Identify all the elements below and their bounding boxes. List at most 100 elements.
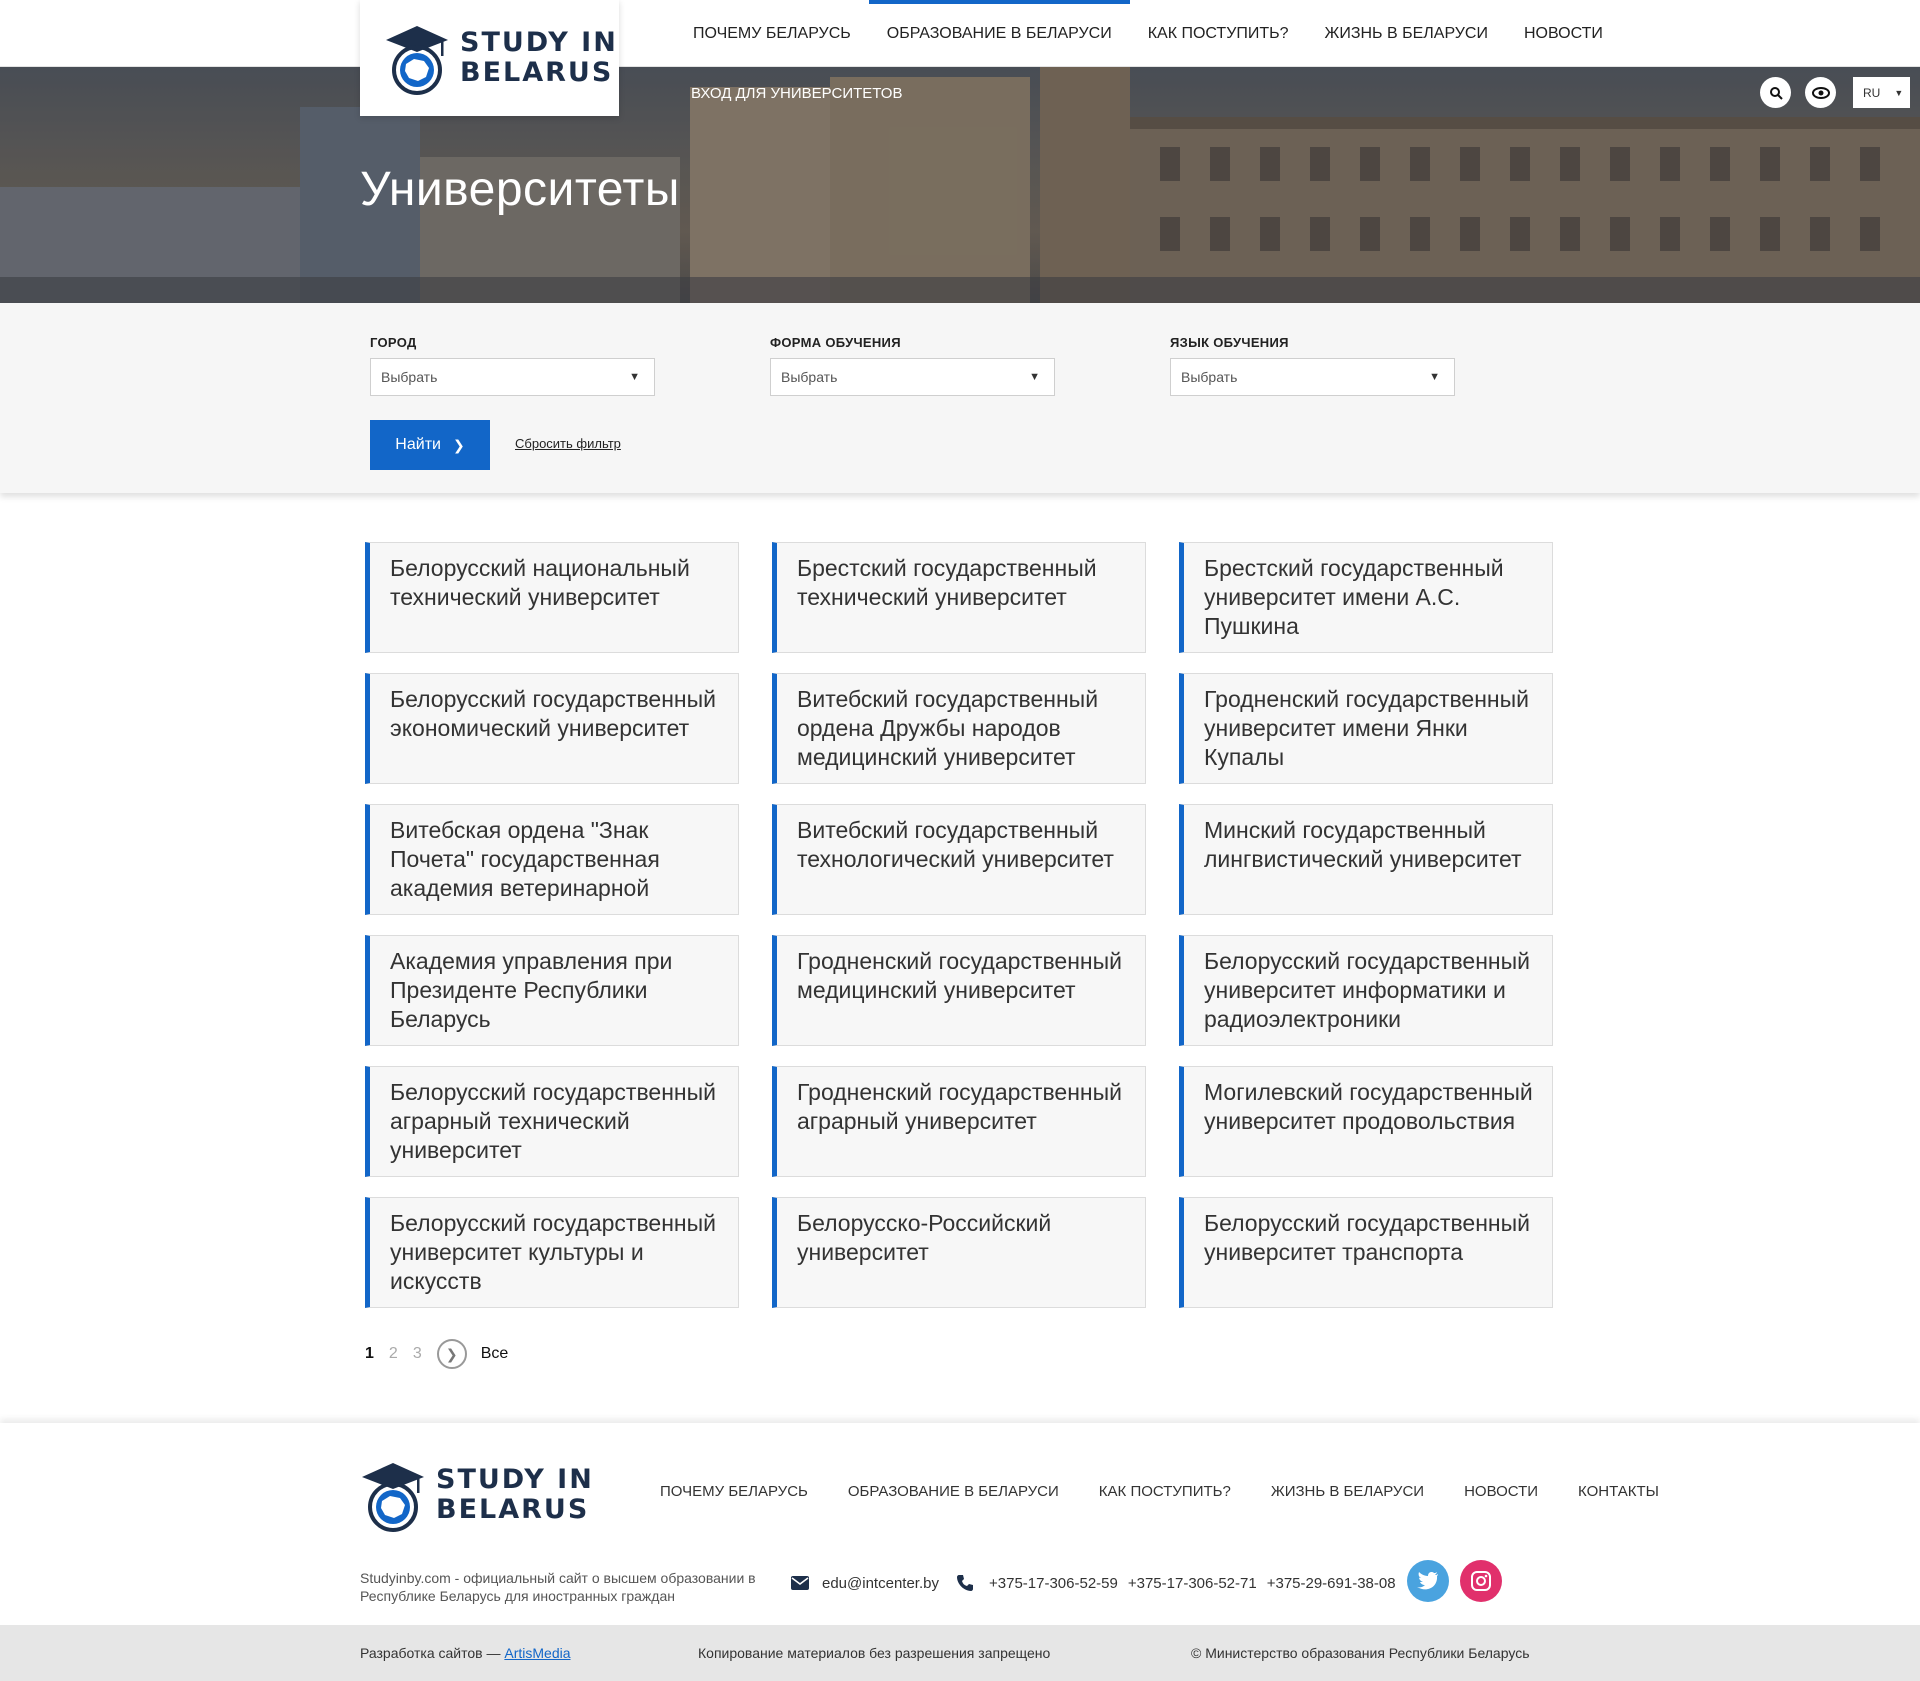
study-language-filter-label: Язык обучения xyxy=(1170,335,1289,350)
search-button[interactable] xyxy=(1760,77,1791,108)
pagination: 1 2 3 ❯ Все xyxy=(365,1339,508,1369)
show-all-link[interactable]: Все xyxy=(481,1345,509,1363)
university-card[interactable]: Белорусский государственный экономически… xyxy=(365,673,739,784)
city-select[interactable]: Выбрать ▼ xyxy=(370,358,655,396)
developer-link[interactable]: ArtisMedia xyxy=(504,1645,570,1661)
site-logo[interactable]: STUDY IN BELARUS xyxy=(360,0,619,116)
university-card[interactable]: Брестский государственный университет им… xyxy=(1179,542,1553,653)
study-form-filter: Форма обучения Выбрать ▼ xyxy=(770,335,1055,396)
university-card[interactable]: Белорусский национальный технический уни… xyxy=(365,542,739,653)
study-form-select-value: Выбрать xyxy=(781,369,838,385)
logo-line-2: BELARUS xyxy=(460,57,614,88)
university-card[interactable]: Брестский государственный технический ун… xyxy=(772,542,1146,653)
twitter-link[interactable] xyxy=(1407,1560,1449,1602)
caret-down-icon: ▼ xyxy=(1894,87,1904,98)
study-language-filter: Язык обучения Выбрать ▼ xyxy=(1170,335,1455,396)
logo-text: STUDY IN BELARUS xyxy=(460,28,618,88)
nav-how-to-apply[interactable]: Как поступить? xyxy=(1130,0,1307,67)
copy-notice: Копирование материалов без разрешения за… xyxy=(698,1645,1051,1661)
footer-bottom-bar: Разработка сайтов — ArtisMedia Копирован… xyxy=(0,1625,1920,1681)
phone-number-1[interactable]: +375-17-306-52-59 xyxy=(989,1575,1118,1592)
dropdown-arrow-icon: ▼ xyxy=(1029,371,1040,383)
university-card[interactable]: Гродненский государственный аграрный уни… xyxy=(772,1066,1146,1177)
phone-icon xyxy=(957,1575,973,1591)
footer-phones: +375-17-306-52-59 +375-17-306-52-71 +375… xyxy=(955,1573,1396,1593)
footer-nav-news[interactable]: Новости xyxy=(1464,1483,1538,1500)
find-button[interactable]: Найти ❯ xyxy=(370,420,490,470)
search-icon xyxy=(1769,86,1783,100)
page-2[interactable]: 2 xyxy=(389,1345,398,1363)
footer-nav-life-in-belarus[interactable]: Жизнь в Беларуси xyxy=(1271,1483,1424,1500)
city-filter-label: Город xyxy=(370,335,417,350)
accessibility-button[interactable] xyxy=(1805,77,1836,108)
email-address: edu@intcenter.by xyxy=(822,1574,939,1592)
developer-credit-text: Разработка сайтов — xyxy=(360,1645,505,1661)
nav-life-in-belarus[interactable]: Жизнь в Беларуси xyxy=(1307,0,1506,67)
instagram-icon xyxy=(1471,1571,1491,1591)
university-card[interactable]: Белорусско-Российский университет xyxy=(772,1197,1146,1308)
city-select-value: Выбрать xyxy=(381,369,438,385)
hero-banner: Вход для университетов Университеты RU ▼ xyxy=(0,67,1920,303)
university-card[interactable]: Минский государственный лингвистический … xyxy=(1179,804,1553,915)
logo-text: STUDY IN BELARUS xyxy=(436,1465,594,1525)
university-card[interactable]: Могилевский государственный университет … xyxy=(1179,1066,1553,1177)
university-card[interactable]: Гродненский государственный университет … xyxy=(1179,673,1553,784)
graduation-cap-map-icon xyxy=(362,1463,424,1532)
email-icon xyxy=(791,1576,809,1590)
nav-why-belarus[interactable]: Почему Беларусь xyxy=(675,0,869,67)
study-form-filter-label: Форма обучения xyxy=(770,335,901,350)
study-language-select[interactable]: Выбрать ▼ xyxy=(1170,358,1455,396)
footer-nav-why-belarus[interactable]: Почему Беларусь xyxy=(660,1483,808,1500)
developer-credit: Разработка сайтов — ArtisMedia xyxy=(360,1645,571,1661)
footer-email[interactable]: edu@intcenter.by xyxy=(790,1573,939,1593)
logo-line-1: STUDY IN xyxy=(436,1464,594,1495)
logo-line-2: BELARUS xyxy=(436,1494,590,1525)
page-title: Университеты xyxy=(360,163,680,216)
university-list: Белорусский национальный технический уни… xyxy=(365,542,1555,1308)
university-card[interactable]: Академия управления при Президенте Респу… xyxy=(365,935,739,1046)
phone-number-3[interactable]: +375-29-691-38-08 xyxy=(1267,1575,1396,1592)
graduation-cap-map-icon xyxy=(386,26,448,95)
find-button-label: Найти xyxy=(395,436,441,453)
language-value: RU xyxy=(1863,85,1881,100)
page-1[interactable]: 1 xyxy=(365,1345,374,1363)
university-login-link[interactable]: Вход для университетов xyxy=(691,85,902,102)
instagram-link[interactable] xyxy=(1460,1560,1502,1602)
university-card[interactable]: Витебский государственный ордена Дружбы … xyxy=(772,673,1146,784)
main-nav: Почему Беларусь Образование в Беларуси К… xyxy=(675,0,1621,67)
university-card[interactable]: Белорусский государственный аграрный тех… xyxy=(365,1066,739,1177)
footer-nav-education[interactable]: Образование в Беларуси xyxy=(848,1483,1059,1500)
dropdown-arrow-icon: ▼ xyxy=(629,371,640,383)
language-selector[interactable]: RU ▼ xyxy=(1853,77,1910,108)
study-form-select[interactable]: Выбрать ▼ xyxy=(770,358,1055,396)
copyright: © Министерство образования Республики Бе… xyxy=(1191,1645,1530,1661)
nav-news[interactable]: Новости xyxy=(1506,0,1621,67)
university-card[interactable]: Белорусский государственный университет … xyxy=(365,1197,739,1308)
footer-logo[interactable]: STUDY IN BELARUS xyxy=(360,1455,594,1535)
footer-nav: Почему Беларусь Образование в Беларуси К… xyxy=(620,1483,1659,1500)
filter-panel: Город Выбрать ▼ Форма обучения Выбрать ▼… xyxy=(0,303,1920,493)
page-3[interactable]: 3 xyxy=(413,1345,422,1363)
next-page-button[interactable]: ❯ xyxy=(436,1339,467,1369)
city-filter: Город Выбрать ▼ xyxy=(370,335,655,396)
reset-filter-link[interactable]: Сбросить фильтр xyxy=(515,436,621,451)
university-card[interactable]: Витебская ордена "Знак Почета" государст… xyxy=(365,804,739,915)
nav-education[interactable]: Образование в Беларуси xyxy=(868,0,1130,67)
university-card[interactable]: Белорусский государственный университет … xyxy=(1179,1197,1553,1308)
twitter-icon xyxy=(1417,1572,1438,1590)
university-card[interactable]: Витебский государственный технологически… xyxy=(772,804,1146,915)
footer: STUDY IN BELARUS Почему Беларусь Образов… xyxy=(0,1423,1920,1625)
study-language-select-value: Выбрать xyxy=(1181,369,1238,385)
university-card[interactable]: Белорусский государственный университет … xyxy=(1179,935,1553,1046)
footer-nav-how-to-apply[interactable]: Как поступить? xyxy=(1099,1483,1231,1500)
logo-line-1: STUDY IN xyxy=(460,27,618,58)
footer-nav-contacts[interactable]: Контакты xyxy=(1578,1483,1659,1500)
eye-icon xyxy=(1811,86,1830,99)
chevron-right-icon: ❯ xyxy=(452,436,465,453)
top-navigation-bar: Почему Беларусь Образование в Беларуси К… xyxy=(0,0,1920,67)
chevron-right-icon: ❯ xyxy=(445,1345,458,1362)
university-card[interactable]: Гродненский государственный медицинский … xyxy=(772,935,1146,1046)
dropdown-arrow-icon: ▼ xyxy=(1429,371,1440,383)
site-description: Studyinby.com - официальный сайт о высше… xyxy=(360,1570,756,1604)
phone-number-2[interactable]: +375-17-306-52-71 xyxy=(1128,1575,1257,1592)
